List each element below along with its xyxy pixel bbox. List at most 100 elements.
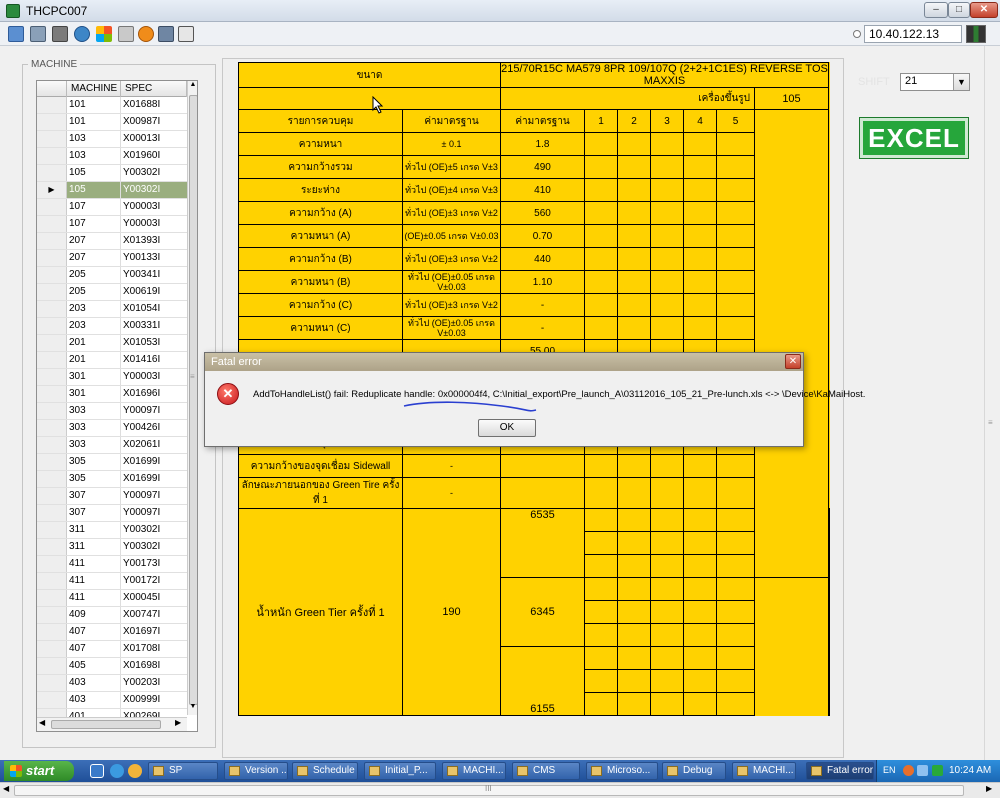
row-selector[interactable] [37, 403, 67, 419]
spec-cell[interactable]: Y00133I [121, 250, 187, 266]
sample-input-cell[interactable] [716, 577, 755, 601]
spec-cell[interactable]: Y00302I [121, 522, 187, 538]
chevron-down-icon[interactable]: ▼ [953, 74, 969, 90]
machine-cell[interactable]: 205 [67, 284, 121, 300]
spec-cell[interactable]: Y00302I [121, 539, 187, 555]
spec-cell[interactable]: X01053I [121, 335, 187, 351]
sample-input-cell[interactable] [617, 646, 651, 670]
sample-input-cell[interactable] [716, 692, 755, 716]
spec-cell[interactable]: X01696I [121, 386, 187, 402]
sample-input-cell[interactable] [716, 293, 755, 317]
sample-input-cell[interactable] [584, 201, 618, 225]
sample-input-cell[interactable] [650, 270, 684, 294]
sample-input-cell[interactable] [683, 201, 717, 225]
table-row[interactable]: 303 X02061I [37, 437, 187, 454]
row-selector[interactable] [37, 573, 67, 589]
sample-input-cell[interactable] [584, 577, 618, 601]
table-row[interactable]: 411 Y00173I [37, 556, 187, 573]
windows-icon[interactable] [30, 26, 46, 42]
sample-input-cell[interactable] [650, 554, 684, 578]
table-row[interactable]: 203 X00331I [37, 318, 187, 335]
sample-input-cell[interactable] [650, 646, 684, 670]
table-row[interactable]: 301 X01696I [37, 386, 187, 403]
quicklaunch-explorer-icon[interactable] [90, 764, 104, 778]
sample-input-cell[interactable] [716, 155, 755, 179]
ok-button[interactable]: OK [478, 419, 536, 437]
sample-input-cell[interactable] [683, 669, 717, 693]
row-selector[interactable] [37, 590, 67, 606]
printer-icon[interactable] [118, 26, 134, 42]
machine-cell[interactable]: 311 [67, 539, 121, 555]
spec-cell[interactable]: X02061I [121, 437, 187, 453]
sample-input-cell[interactable] [617, 178, 651, 202]
spec-cell[interactable]: X01708I [121, 641, 187, 657]
table-row[interactable]: 407 X01697I [37, 624, 187, 641]
row-selector[interactable] [37, 607, 67, 623]
table-row[interactable]: 303 Y00426I [37, 420, 187, 437]
windows-logo-icon[interactable] [96, 26, 112, 42]
vertical-scroll-thumb[interactable] [189, 95, 197, 705]
sample-input-cell[interactable] [716, 531, 755, 555]
sample-input-cell[interactable] [617, 600, 651, 624]
row-selector[interactable] [37, 692, 67, 708]
sample-input-cell[interactable] [650, 531, 684, 555]
sample-input-cell[interactable] [716, 623, 755, 647]
table-row[interactable]: 305 X01699I [37, 454, 187, 471]
sample-input-cell[interactable] [716, 247, 755, 271]
table-row[interactable]: 403 Y00203I [37, 675, 187, 692]
sample-input-cell[interactable] [617, 270, 651, 294]
row-selector[interactable] [37, 658, 67, 674]
spec-cell[interactable]: Y00173I [121, 556, 187, 572]
sample-input-cell[interactable] [683, 477, 717, 509]
scroll-left-icon[interactable]: ◀ [39, 718, 45, 727]
table-row[interactable]: 311 Y00302I [37, 522, 187, 539]
column-header-spec[interactable]: SPEC [121, 81, 187, 97]
taskbar-item[interactable]: Debug [662, 762, 726, 780]
table-row[interactable]: 107 Y00003I [37, 216, 187, 233]
sample-input-cell[interactable] [617, 554, 651, 578]
row-selector[interactable] [37, 437, 67, 453]
row-selector[interactable] [37, 386, 67, 402]
spec-cell[interactable]: X00331I [121, 318, 187, 334]
machine-cell[interactable]: 307 [67, 488, 121, 504]
spec-cell[interactable]: X01699I [121, 454, 187, 470]
taskbar-item[interactable]: CMS [512, 762, 580, 780]
bottom-scroll-thumb[interactable]: III [14, 784, 964, 796]
sample-input-cell[interactable] [584, 646, 618, 670]
sample-input-cell[interactable] [584, 293, 618, 317]
sample-input-cell[interactable] [617, 132, 651, 156]
machine-spec-grid[interactable]: MACHINE SPEC 101 X01688I 101 X00987I 103 X000… [36, 80, 198, 732]
machine-cell[interactable]: 203 [67, 318, 121, 334]
sample-input-cell[interactable] [683, 224, 717, 248]
spec-cell[interactable]: X01697I [121, 624, 187, 640]
sample-input-cell[interactable] [650, 454, 684, 478]
taskbar-item[interactable]: Microso... [586, 762, 658, 780]
sample-input-cell[interactable] [650, 669, 684, 693]
sample-input-cell[interactable] [617, 155, 651, 179]
row-selector[interactable] [37, 131, 67, 147]
sample-input-cell[interactable] [683, 178, 717, 202]
scroll-left-arrow-icon[interactable]: ◀ [3, 784, 9, 793]
sample-input-cell[interactable] [584, 531, 618, 555]
row-selector[interactable] [37, 624, 67, 640]
machine-cell[interactable]: 305 [67, 454, 121, 470]
spec-cell[interactable]: Y00426I [121, 420, 187, 436]
horizontal-scroll-thumb[interactable] [51, 720, 161, 729]
sample-input-cell[interactable] [683, 508, 717, 532]
sample-input-cell[interactable] [584, 623, 618, 647]
row-selector[interactable] [37, 199, 67, 215]
sample-input-cell[interactable] [683, 270, 717, 294]
machine-cell[interactable]: 311 [67, 522, 121, 538]
row-selector[interactable] [37, 250, 67, 266]
horizontal-scrollbar[interactable]: ◀ ▶ [37, 717, 187, 731]
table-row[interactable]: 411 X00045I [37, 590, 187, 607]
sample-input-cell[interactable] [584, 554, 618, 578]
language-indicator[interactable]: EN [883, 765, 896, 775]
machine-cell[interactable]: 107 [67, 216, 121, 232]
machine-cell[interactable]: 403 [67, 675, 121, 691]
sample-input-cell[interactable] [683, 623, 717, 647]
sample-input-cell[interactable] [584, 692, 618, 716]
table-row[interactable]: 201 X01053I [37, 335, 187, 352]
row-selector[interactable] [37, 454, 67, 470]
sample-input-cell[interactable] [716, 508, 755, 532]
